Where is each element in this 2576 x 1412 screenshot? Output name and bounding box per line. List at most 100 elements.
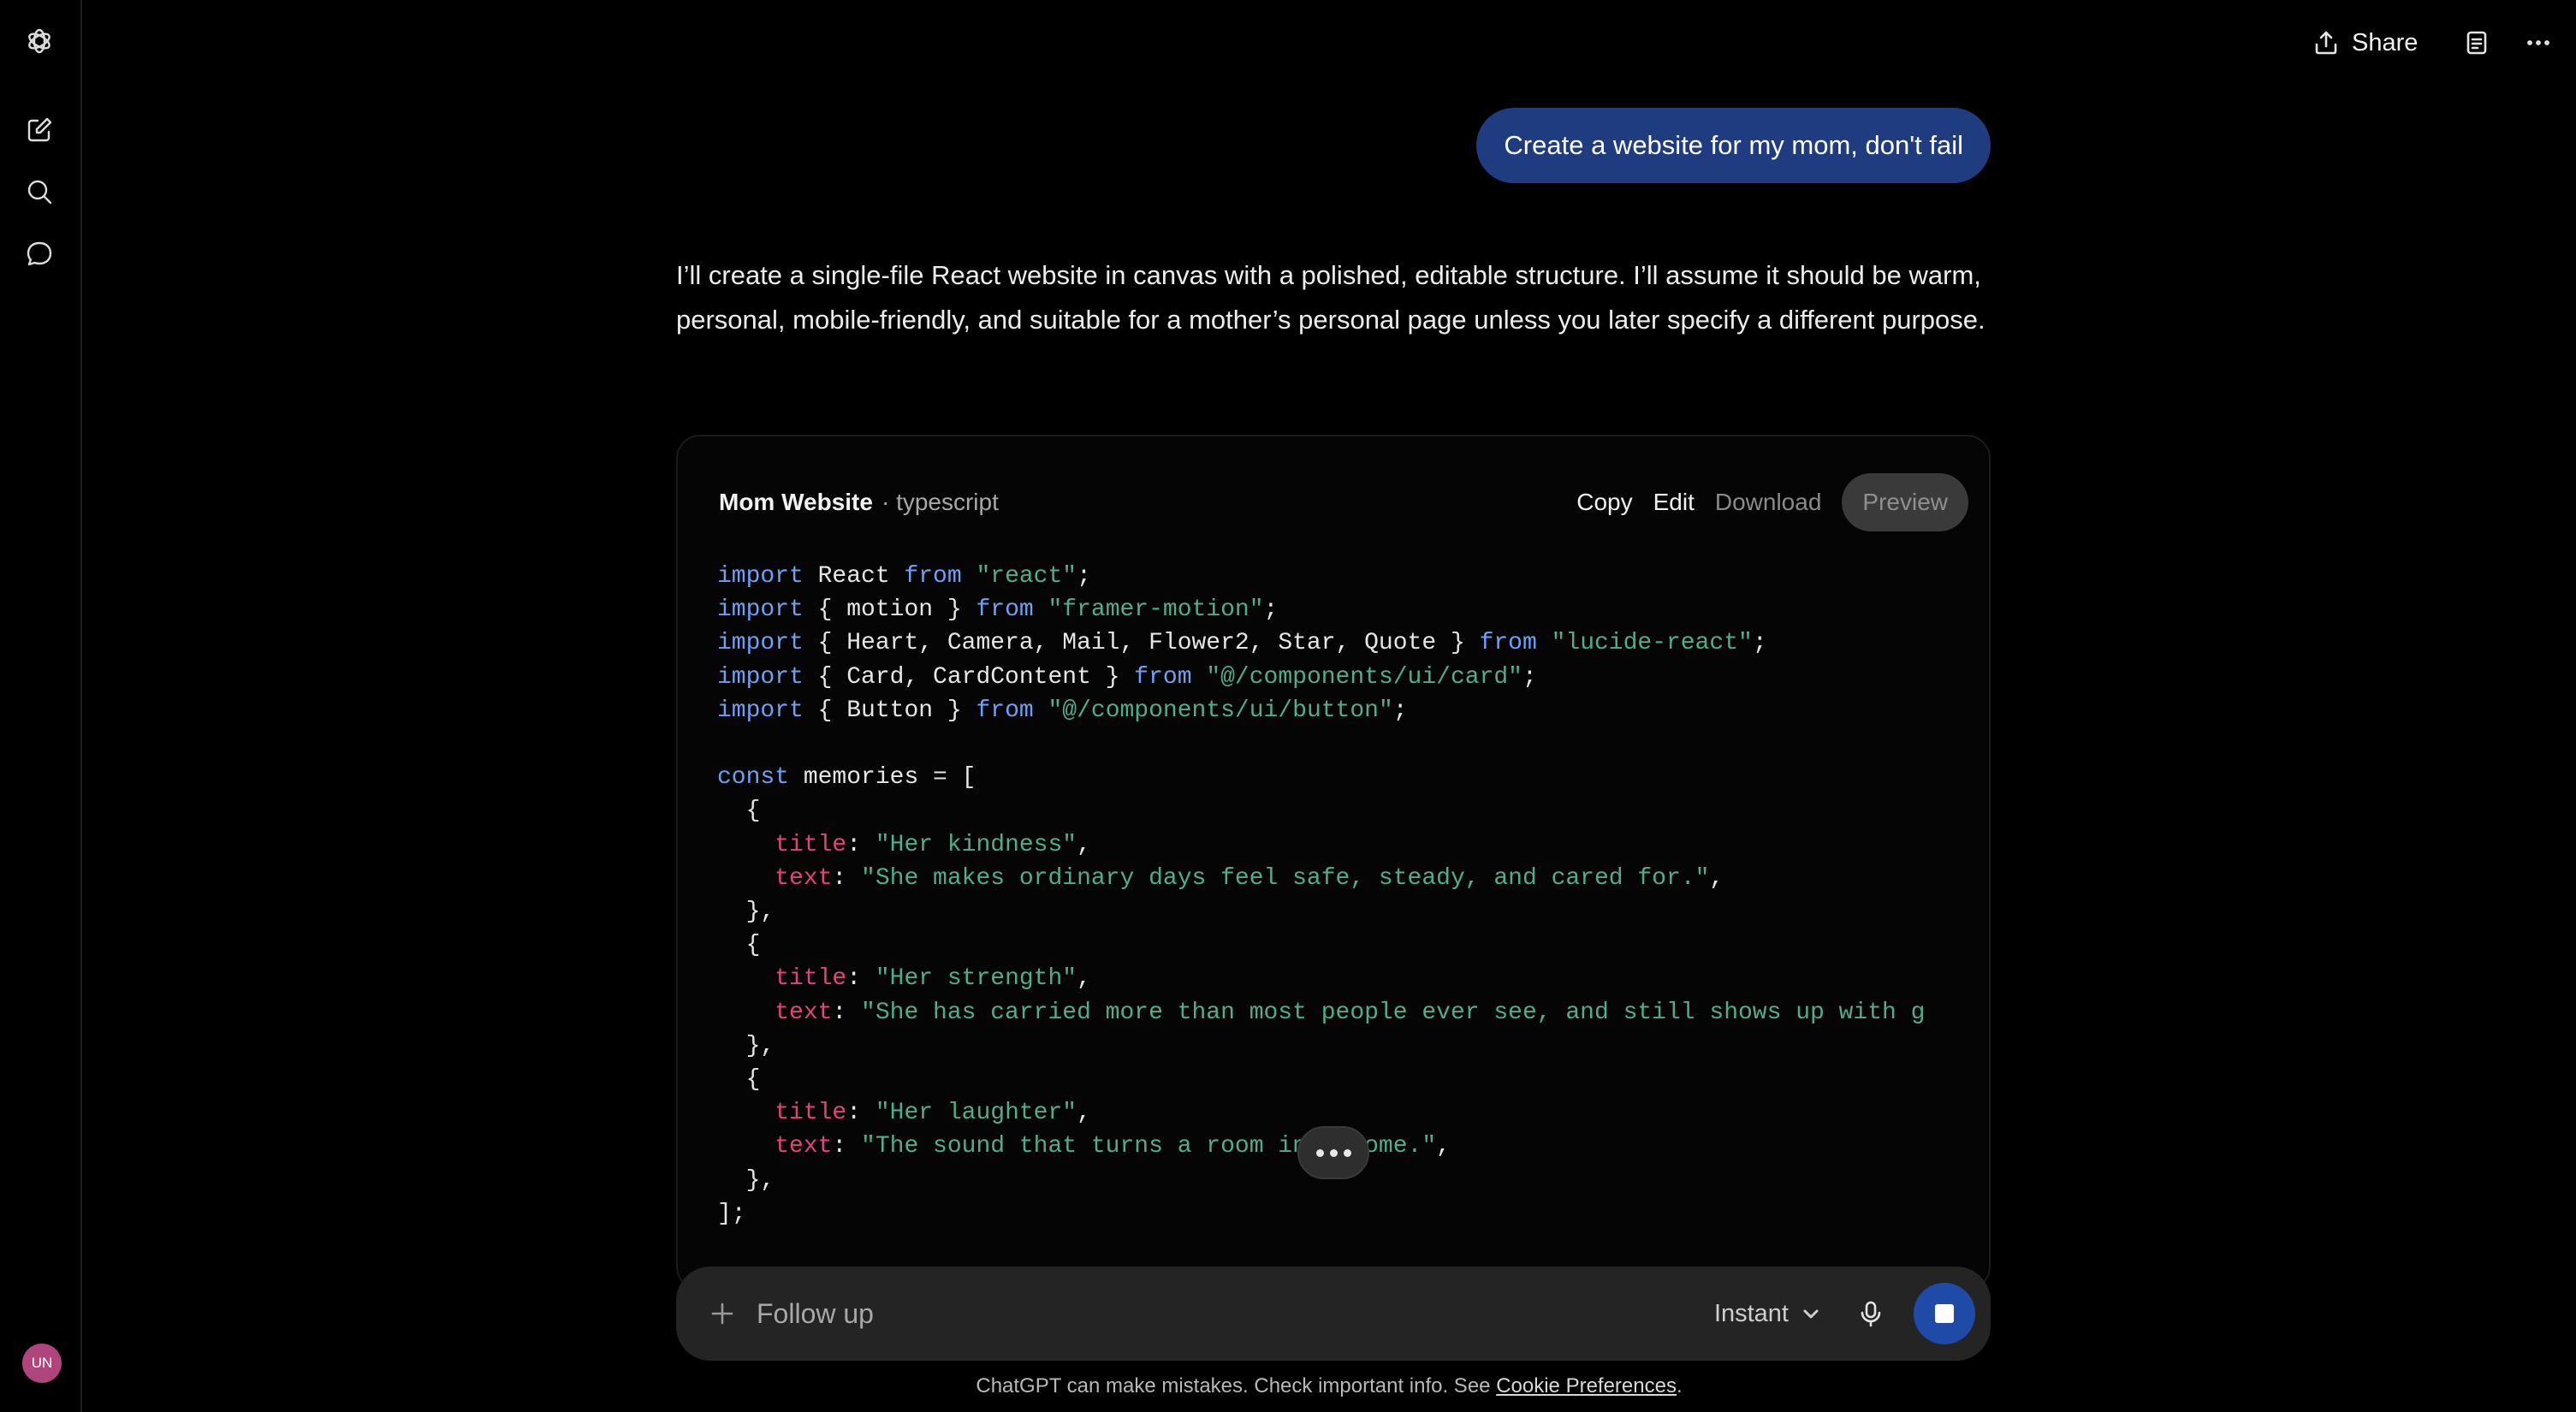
code-token: { [717, 798, 761, 825]
code-token: import [717, 663, 818, 691]
canvas-title: Mom Website [719, 489, 873, 515]
code-token: , [1077, 831, 1091, 858]
code-token: React [817, 563, 905, 590]
canvas-doc-icon[interactable] [2460, 26, 2494, 60]
code-token: title [717, 1100, 847, 1127]
model-label: Instant [1713, 1299, 1789, 1327]
code-token: : [846, 965, 875, 993]
code-line: const memories = [ [717, 761, 1925, 794]
disclaimer-suffix: . [1676, 1374, 1683, 1397]
disclaimer: ChatGPT can make mistakes. Check importa… [0, 1374, 2576, 1398]
code-token: : [832, 999, 862, 1026]
dot-icon [1315, 1148, 1324, 1157]
code-token: ; [1522, 663, 1537, 691]
code-canvas-header: Mom Website · typescript Copy Edit Downl… [719, 472, 1968, 532]
stop-icon [1935, 1304, 1954, 1323]
code-token: : [846, 1100, 875, 1127]
code-line: { [717, 1063, 1925, 1096]
openai-logo-icon[interactable] [19, 21, 60, 62]
code-token: ; [1077, 563, 1091, 590]
preview-button[interactable]: Preview [1842, 473, 1968, 531]
code-token: }, [717, 899, 775, 926]
code-line: ​ [717, 727, 1925, 761]
code-token: import [717, 596, 818, 624]
code-token: import [717, 563, 818, 590]
code-token: , [1436, 1133, 1451, 1160]
code-token: import [717, 697, 818, 724]
code-line: }, [717, 1029, 1925, 1063]
code-line: text: "She has carried more than most pe… [717, 996, 1925, 1029]
code-token: text [717, 864, 833, 892]
code-token: "@/components/ui/button" [1033, 697, 1393, 724]
share-label: Share [2352, 28, 2419, 56]
code-token: : [832, 1133, 862, 1160]
code-token: "She makes ordinary days feel safe, stea… [861, 864, 1710, 892]
code-token: , [1077, 1100, 1091, 1127]
new-chat-icon[interactable] [19, 110, 60, 151]
code-token: : [832, 864, 862, 892]
share-icon [2315, 31, 2337, 55]
code-token: "react" [961, 563, 1077, 590]
code-line: import { Card, CardContent } from "@/com… [717, 661, 1925, 694]
code-token: { [717, 1066, 761, 1094]
code-token: }, [717, 1166, 775, 1194]
code-token: from [976, 596, 1034, 624]
code-line: { [717, 794, 1925, 828]
chat-bubble-icon[interactable] [19, 234, 60, 275]
code-line: import { motion } from "framer-motion"; [717, 593, 1925, 626]
code-token: "She has carried more than most people e… [861, 999, 1926, 1026]
code-token: from [1479, 630, 1537, 657]
code-token: { Heart, Camera, Mail, Flower2, Star, Qu… [817, 630, 1480, 657]
canvas-actions: Copy Edit Download Preview [1576, 473, 1968, 531]
model-selector[interactable]: Instant [1714, 1300, 1821, 1328]
search-icon[interactable] [19, 171, 60, 212]
download-button[interactable]: Download [1715, 489, 1822, 516]
dot-icon [1343, 1148, 1351, 1157]
code-token: memories = [ [789, 764, 976, 792]
edit-button[interactable]: Edit [1653, 489, 1695, 516]
code-token: title [717, 965, 847, 993]
code-line: import { Heart, Camera, Mail, Flower2, S… [717, 626, 1925, 660]
canvas-language: typescript [896, 489, 999, 515]
code-token: ; [1263, 596, 1279, 624]
code-token: { [717, 932, 761, 959]
code-token: { motion } [817, 596, 976, 624]
sidebar: UN [0, 0, 82, 1412]
code-token: ]; [717, 1200, 746, 1227]
code-token: , [1709, 864, 1724, 892]
show-more-button[interactable] [1297, 1126, 1369, 1179]
microphone-icon[interactable] [1854, 1296, 1888, 1331]
code-line: title: "Her laughter", [717, 1096, 1925, 1130]
chevron-down-icon [1803, 1309, 1819, 1319]
stop-button[interactable] [1914, 1283, 1975, 1344]
composer: Instant [676, 1267, 1991, 1361]
code-token: import [717, 630, 818, 657]
dot-icon [1329, 1148, 1338, 1157]
code-token: from [976, 697, 1034, 724]
code-line: ]; [717, 1197, 1925, 1231]
code-token: , [1077, 965, 1091, 993]
share-button[interactable]: Share [2312, 26, 2418, 60]
cookie-preferences-link[interactable]: Cookie Preferences [1496, 1374, 1677, 1397]
code-token: ; [1392, 697, 1408, 724]
plus-icon[interactable] [707, 1298, 738, 1329]
more-options-icon[interactable] [2521, 26, 2555, 60]
code-token: "@/components/ui/card" [1191, 663, 1522, 691]
code-token: ; [1752, 630, 1767, 657]
follow-up-input[interactable] [757, 1297, 1714, 1330]
code-token: { Card, CardContent } [817, 663, 1135, 691]
code-token: { Button } [817, 697, 976, 724]
disclaimer-text: ChatGPT can make mistakes. Check importa… [976, 1374, 1497, 1397]
code-line: title: "Her kindness", [717, 828, 1925, 862]
code-line: }, [717, 895, 1925, 928]
code-token: title [717, 831, 847, 858]
code-token: from [904, 563, 962, 590]
code-line: import React from "react"; [717, 560, 1925, 593]
code-token: text [717, 1133, 833, 1160]
code-line: { [717, 928, 1925, 962]
code-token: "Her laughter" [875, 1100, 1077, 1127]
copy-button[interactable]: Copy [1576, 489, 1632, 516]
code-token: "Her strength" [875, 965, 1077, 993]
code-token: : [846, 831, 875, 858]
code-token: "lucide-react" [1536, 630, 1753, 657]
